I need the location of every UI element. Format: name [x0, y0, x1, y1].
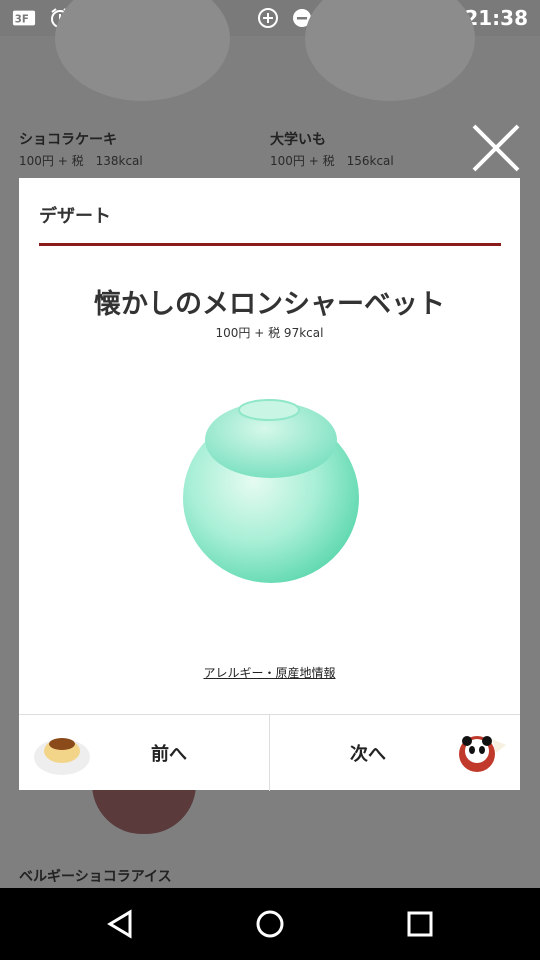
- clock: 21:38: [464, 6, 528, 30]
- product-name: 懐かしのメロンシャーベット: [94, 289, 445, 320]
- product-detail-modal: デザート 懐かしのメロンシャーベット 100円 + 税 97kcal アレルギー…: [19, 178, 520, 791]
- recents-icon: [407, 911, 433, 937]
- back-button[interactable]: [104, 908, 136, 940]
- recents-button[interactable]: [404, 908, 436, 940]
- prev-label: 前へ: [151, 744, 187, 765]
- close-button[interactable]: [470, 122, 522, 174]
- item-name-belgian-chocolate-ice[interactable]: ベルギーショコラアイス: [19, 866, 172, 886]
- allergy-info-link[interactable]: アレルギー・原産地情報: [19, 664, 520, 681]
- product-price: 100円 + 税 97kcal: [215, 326, 324, 340]
- panda-thumbnail: [452, 727, 510, 777]
- android-navigation-bar: [0, 888, 540, 960]
- product-navigation: 前へ 次へ: [19, 714, 520, 791]
- divider: [39, 243, 501, 246]
- next-label: 次へ: [350, 744, 386, 765]
- carrier-icon: 3F: [12, 6, 36, 30]
- prev-button[interactable]: 前へ: [19, 715, 270, 791]
- svg-text:3F: 3F: [15, 15, 29, 26]
- chocolate-cake-image: [55, 0, 230, 101]
- category-heading: デザート: [39, 206, 111, 227]
- item-name-chocolate-cake[interactable]: ショコラケーキ: [19, 129, 117, 149]
- close-icon: [472, 124, 520, 172]
- product-image: [179, 398, 364, 588]
- item-price-daigaku-imo: 100円 + 税 156kcal: [270, 154, 394, 168]
- pudding-thumbnail: [33, 727, 91, 777]
- back-icon: [107, 909, 132, 939]
- data-saver-icon: [256, 6, 280, 30]
- home-button[interactable]: [254, 908, 286, 940]
- home-icon: [256, 910, 284, 938]
- item-name-daigaku-imo[interactable]: 大学いも: [270, 129, 326, 149]
- item-price-chocolate-cake: 100円 + 税 138kcal: [19, 154, 143, 168]
- next-button[interactable]: 次へ: [270, 715, 520, 791]
- daigaku-imo-image: [305, 0, 475, 101]
